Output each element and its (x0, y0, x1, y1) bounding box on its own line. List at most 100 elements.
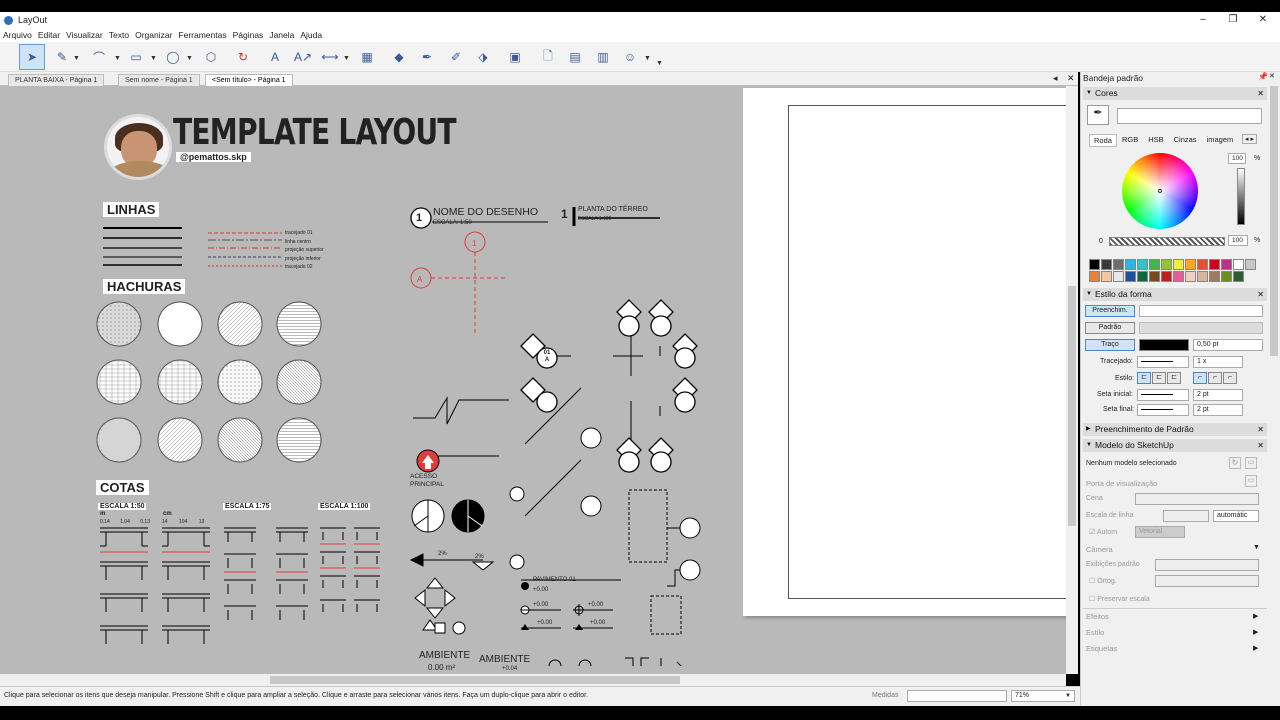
arc-tool-icon[interactable]: ⌒ (90, 48, 108, 66)
close-icon[interactable]: ✕ (1257, 288, 1264, 301)
close-icon[interactable]: ✕ (1257, 423, 1264, 436)
label-tool-icon[interactable]: A↗ (294, 48, 312, 66)
fill-toggle-button[interactable]: Preenchim. (1085, 305, 1135, 317)
chevron-down-icon[interactable]: ▼ (1253, 544, 1260, 551)
measures-input[interactable] (907, 690, 1007, 702)
vertical-scroll-thumb[interactable] (1068, 286, 1076, 526)
chevron-down-icon[interactable]: ▼ (343, 55, 350, 62)
split-tool-icon[interactable]: ✐ (447, 48, 465, 66)
colors-panel-header[interactable]: ▼ Cores ✕ (1083, 87, 1267, 100)
tab-roda[interactable]: Roda (1089, 134, 1117, 147)
join-bevel-button[interactable]: ⌐ (1223, 372, 1237, 384)
brightness-input[interactable]: 100 (1228, 153, 1246, 164)
expand-icon[interactable]: ▶ (1253, 612, 1258, 620)
color-swatch-23[interactable] (1197, 271, 1208, 282)
color-swatch-5[interactable] (1149, 259, 1160, 270)
eraser-tool-icon[interactable]: ◆ (390, 48, 408, 66)
color-swatch-13[interactable] (1245, 259, 1256, 270)
render-mode-select[interactable]: Vetorial (1135, 526, 1185, 538)
close-tab-icon[interactable]: ✕ (1067, 73, 1075, 84)
line-scale-input[interactable] (1163, 510, 1209, 522)
tab-hsb[interactable]: HSB (1143, 134, 1168, 147)
style-tool-icon[interactable]: ✒ (418, 48, 436, 66)
menu-ferramentas[interactable]: Ferramentas (178, 30, 226, 40)
cap-round-button[interactable]: ⊏ (1152, 372, 1166, 384)
color-swatch-14[interactable] (1089, 271, 1100, 282)
dimension-tool-icon[interactable]: ⟷ (321, 48, 339, 66)
color-swatch-3[interactable] (1125, 259, 1136, 270)
close-icon[interactable]: ✕ (1257, 87, 1264, 100)
sketchup-model-panel-header[interactable]: ▼ Modelo do SketchUp ✕ (1083, 439, 1267, 452)
preserve-scale-checkbox[interactable]: ☐ Preservar escala (1089, 595, 1150, 603)
chevron-down-icon[interactable]: ▼ (114, 55, 121, 62)
vertical-scrollbar[interactable] (1066, 86, 1078, 674)
pattern-swatch[interactable] (1139, 322, 1263, 334)
dash-scale-select[interactable]: 1 x (1193, 356, 1243, 368)
shape-style-panel-header[interactable]: ▼ Estilo da forma ✕ (1083, 288, 1267, 301)
opacity-slider[interactable] (1109, 237, 1225, 246)
tray-scrollbar[interactable]: ✕ (1268, 72, 1280, 706)
tray-scroll-thumb[interactable] (1270, 86, 1278, 356)
menu-paginas[interactable]: Páginas (233, 30, 264, 40)
effects-section[interactable]: Efeitos (1086, 612, 1109, 621)
fill-color-swatch[interactable] (1139, 305, 1263, 317)
add-page-icon[interactable]: 🗋 (539, 48, 557, 66)
chevron-down-icon[interactable]: ▼ (150, 55, 157, 62)
chevron-down-icon[interactable]: ▼ (644, 55, 651, 62)
end-arrow-select[interactable] (1137, 404, 1189, 416)
close-tray-icon[interactable]: ✕ (1269, 72, 1275, 80)
close-icon[interactable]: ✕ (1257, 439, 1264, 452)
color-swatch-6[interactable] (1161, 259, 1172, 270)
color-swatch-11[interactable] (1221, 259, 1232, 270)
style-section[interactable]: Estilo (1086, 628, 1104, 637)
start-arrow-select[interactable] (1137, 389, 1189, 401)
color-wheel[interactable] (1122, 153, 1198, 229)
color-swatch-12[interactable] (1233, 259, 1244, 270)
ortho-checkbox[interactable]: ☐ Ortog. (1089, 577, 1117, 585)
rectangle-tool-icon[interactable]: ▭ (127, 48, 145, 66)
color-swatch-1[interactable] (1101, 259, 1112, 270)
default-views-select[interactable] (1155, 559, 1259, 571)
zoom-select[interactable]: 71% ▼ (1011, 690, 1075, 702)
line-tool-icon[interactable]: ✎ (53, 48, 71, 66)
section-hachuras[interactable]: HACHURAS (103, 279, 186, 294)
start-arrow-size-select[interactable]: 2 pt (1193, 389, 1243, 401)
color-swatch-4[interactable] (1137, 259, 1148, 270)
hatch-samples[interactable] (94, 301, 326, 466)
horizontal-scrollbar[interactable] (0, 674, 1066, 686)
color-swatch-25[interactable] (1221, 271, 1232, 282)
tab-scroll-icon[interactable]: ◂ (1053, 73, 1058, 84)
maximize-icon[interactable]: ❐ (1218, 12, 1248, 28)
color-swatch-17[interactable] (1125, 271, 1136, 282)
tab-imagem[interactable]: imagem (1202, 134, 1239, 147)
drawing-name[interactable]: NOME DO DESENHO (433, 206, 538, 218)
page-title[interactable]: TEMPLATE LAYOUT (173, 112, 457, 153)
text-tool-icon[interactable]: A (266, 48, 284, 66)
color-swatches[interactable] (1089, 259, 1265, 283)
color-swatch-22[interactable] (1185, 271, 1196, 282)
tab-sem-titulo[interactable]: <Sem título> - Página 1 (205, 74, 293, 86)
color-swatch-9[interactable] (1197, 259, 1208, 270)
menu-visualizar[interactable]: Visualizar (66, 30, 103, 40)
paper-page[interactable] (743, 88, 1066, 616)
stroke-width-select[interactable]: 0,50 pt (1193, 339, 1263, 351)
color-swatch-19[interactable] (1149, 271, 1160, 282)
dash-style-select[interactable] (1137, 356, 1189, 368)
tab-planta-baixa[interactable]: PLANTA BAIXA - Página 1 (8, 74, 105, 86)
stroke-color-swatch[interactable] (1139, 339, 1189, 351)
polygon-tool-icon[interactable]: ⬡ (202, 48, 220, 66)
cap-butt-button[interactable]: ⊏ (1137, 372, 1151, 384)
expand-icon[interactable]: ▶ (1253, 644, 1258, 652)
color-swatch-20[interactable] (1161, 271, 1172, 282)
opacity-input[interactable]: 100 (1228, 235, 1248, 246)
eyedropper-icon[interactable]: ✒ (1087, 105, 1109, 125)
section-cotas[interactable]: COTAS (96, 480, 149, 495)
minimize-icon[interactable]: – (1188, 12, 1218, 28)
horizontal-scroll-thumb[interactable] (270, 676, 680, 684)
plan-title[interactable]: PLANTA DO TÉRREO (578, 206, 648, 213)
join-tool-icon[interactable]: ⬗ (474, 48, 492, 66)
stroke-toggle-button[interactable]: Traço (1085, 339, 1135, 351)
close-icon[interactable]: ✕ (1248, 12, 1278, 28)
menu-texto[interactable]: Texto (109, 30, 129, 40)
color-swatch-8[interactable] (1185, 259, 1196, 270)
